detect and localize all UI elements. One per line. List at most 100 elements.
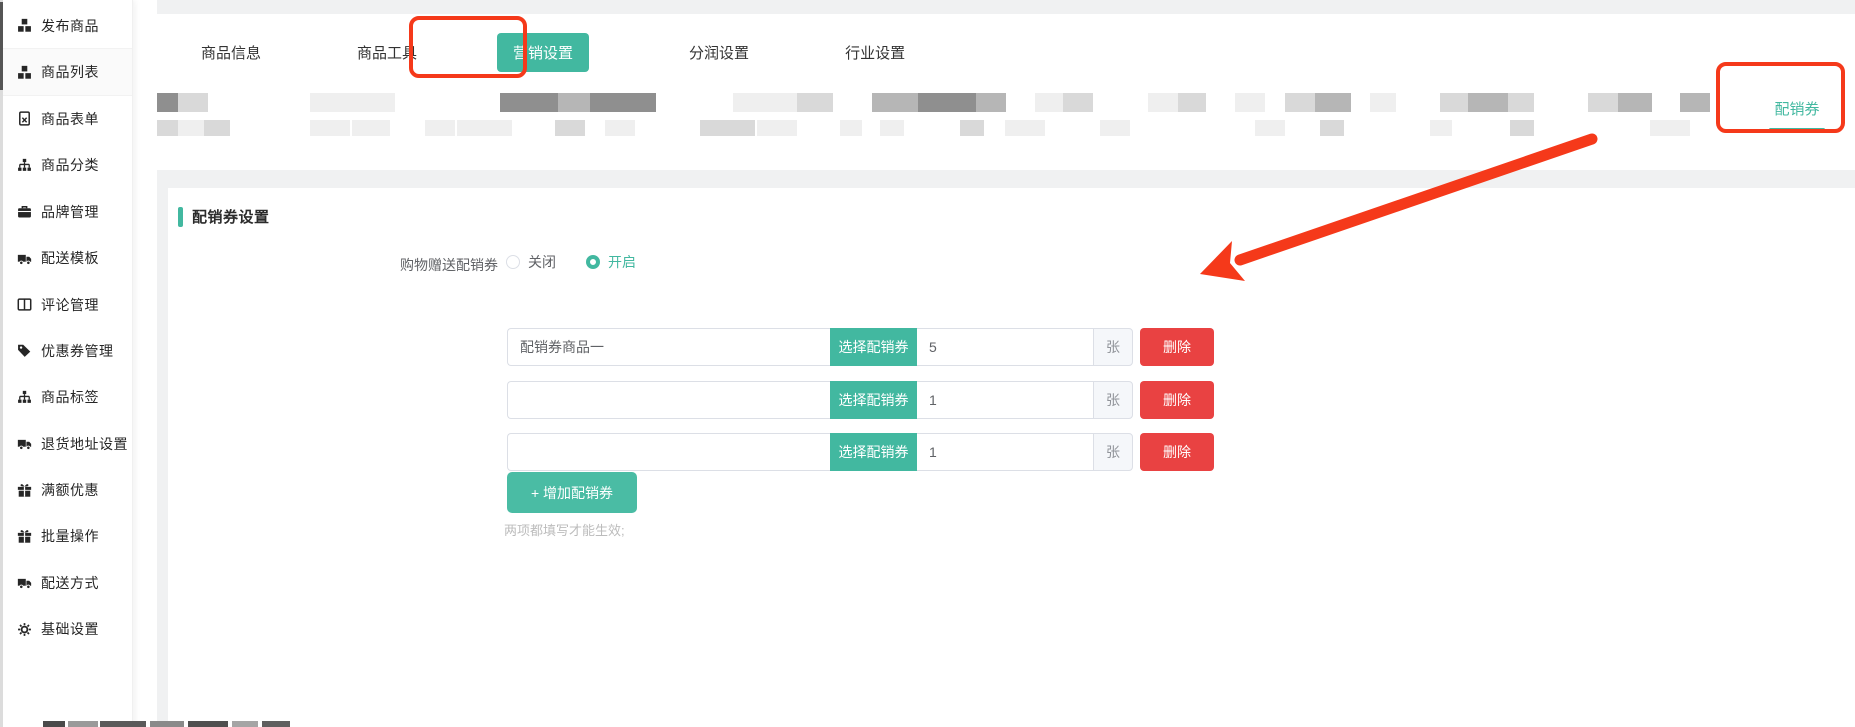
tab-4[interactable]: 分润设置 [673,33,765,72]
columns-icon [17,297,32,312]
delete-row-button[interactable]: 删除 [1140,328,1214,366]
sidebar-item-5[interactable]: 品牌管理 [0,189,132,235]
sidebar-item-label: 品牌管理 [41,202,99,222]
blurred-block [918,93,976,112]
top-tab-card: 商品信息 商品工具 营销设置 分润设置 行业设置 配销券 [157,14,1855,170]
blurred-block [1063,93,1093,112]
cropped-pixel-block [232,721,258,727]
sidebar-item-7[interactable]: 评论管理 [0,281,132,327]
section-header: 配销券设置 [178,206,270,227]
sidebar-item-6[interactable]: 配送模板 [0,235,132,281]
blurred-block [1285,93,1315,112]
bottom-edge-cropped-content [0,721,360,727]
sidebar-item-label: 商品列表 [41,62,99,82]
blurred-block [1148,93,1178,112]
select-coupon-button[interactable]: 选择配销券 [830,381,917,419]
cropped-pixel-block [68,721,98,727]
tab-1[interactable]: 商品信息 [185,33,277,72]
blurred-block [1035,93,1063,112]
sidebar-item-12[interactable]: 批量操作 [0,513,132,559]
delete-row-button[interactable]: 删除 [1140,381,1214,419]
sidebar-item-1[interactable]: 发布商品 [0,3,132,49]
coupon-qty-input[interactable] [917,433,1093,471]
sidebar-item-11[interactable]: 满额优惠 [0,467,132,513]
select-coupon-button[interactable]: 选择配销券 [830,328,917,366]
truck-icon [17,575,32,590]
tab-2[interactable]: 商品工具 [341,33,433,72]
sidebar-item-4[interactable]: 商品分类 [0,142,132,188]
sitemap-icon [17,390,32,405]
sidebar-item-label: 优惠券管理 [41,341,114,361]
cropped-pixel-block [188,721,228,727]
section-accent-bar [178,207,183,227]
sidebar-item-label: 配送方式 [41,573,99,593]
blurred-block [1680,93,1710,112]
radio-off-circle[interactable] [506,255,520,269]
sidebar-item-label: 商品表单 [41,109,99,129]
coupon-name-input[interactable] [507,433,830,471]
sidebar-item-label: 商品分类 [41,155,99,175]
blurred-block [1370,93,1396,112]
briefcase-icon [17,204,32,219]
blurred-block [872,93,918,112]
sidebar-item-10[interactable]: 退货地址设置 [0,421,132,467]
gift-coupon-label: 购物赠送配销券 [168,255,498,275]
qty-unit-addon: 张 [1093,328,1133,366]
tab-5[interactable]: 行业设置 [829,33,921,72]
subtab-coupon[interactable]: 配销券 [1740,98,1854,131]
sidebar-item-2[interactable]: 商品列表 [0,49,132,95]
sidebar-item-14[interactable]: 基础设置 [0,606,132,652]
blurred-block [1468,93,1508,112]
cropped-pixel-block [100,721,146,727]
radio-off[interactable]: 关闭 [506,252,556,272]
tab-3[interactable]: 营销设置 [497,33,589,72]
coupon-qty-input[interactable] [917,381,1093,419]
sidebar-item-3[interactable]: 商品表单 [0,96,132,142]
blurred-block [204,120,230,136]
coupon-row-3: 选择配销券张删除 [507,433,1217,471]
select-coupon-button[interactable]: 选择配销券 [830,433,917,471]
sidebar-scrollbar[interactable] [0,0,3,727]
blurred-block [1005,120,1045,136]
blurred-block [1315,93,1351,112]
sidebar-item-label: 批量操作 [41,526,99,546]
qty-unit-addon: 张 [1093,381,1133,419]
subtab-coupon-underline [1769,128,1825,131]
blurred-block [1320,120,1344,136]
sidebar-item-8[interactable]: 优惠券管理 [0,328,132,374]
coupon-name-input[interactable] [507,328,830,366]
cropped-pixel-block [150,721,184,727]
sidebar-item-label: 商品标签 [41,387,99,407]
sidebar-item-label: 退货地址设置 [41,434,128,454]
sidebar-scrollbar-thumb[interactable] [0,2,3,90]
blurred-block [500,93,558,112]
subnav-blurred-row-2 [157,120,1855,136]
sidebar-item-label: 满额优惠 [41,480,99,500]
sidebar-panel: 发布商品商品列表商品表单商品分类品牌管理配送模板评论管理优惠券管理商品标签退货地… [0,0,133,727]
tags-icon [17,343,32,358]
delete-row-button[interactable]: 删除 [1140,433,1214,471]
blurred-block [1508,93,1534,112]
blurred-block [558,93,590,112]
sidebar-item-9[interactable]: 商品标签 [0,374,132,420]
page: 发布商品商品列表商品表单商品分类品牌管理配送模板评论管理优惠券管理商品标签退货地… [0,0,1855,727]
add-coupon-button[interactable]: + 增加配销券 [507,472,637,513]
blurred-block [1440,93,1468,112]
blurred-block [178,120,204,136]
main-tabs: 商品信息 商品工具 营销设置 分润设置 行业设置 [157,14,1855,78]
sidebar-item-13[interactable]: 配送方式 [0,560,132,606]
blurred-block [352,120,390,136]
gift-coupon-radio-group: 关闭 开启 [506,252,666,272]
section-title: 配销券设置 [192,206,270,227]
blurred-block [605,120,635,136]
blurred-block [1255,120,1285,136]
subtab-coupon-label: 配销券 [1774,101,1819,118]
radio-on-circle[interactable] [586,255,600,269]
blurred-block [178,93,208,112]
blurred-block [590,93,656,112]
radio-on[interactable]: 开启 [586,252,636,272]
cubes-icon [17,65,32,80]
coupon-name-input[interactable] [507,381,830,419]
sidebar-item-label: 评论管理 [41,295,99,315]
coupon-qty-input[interactable] [917,328,1093,366]
